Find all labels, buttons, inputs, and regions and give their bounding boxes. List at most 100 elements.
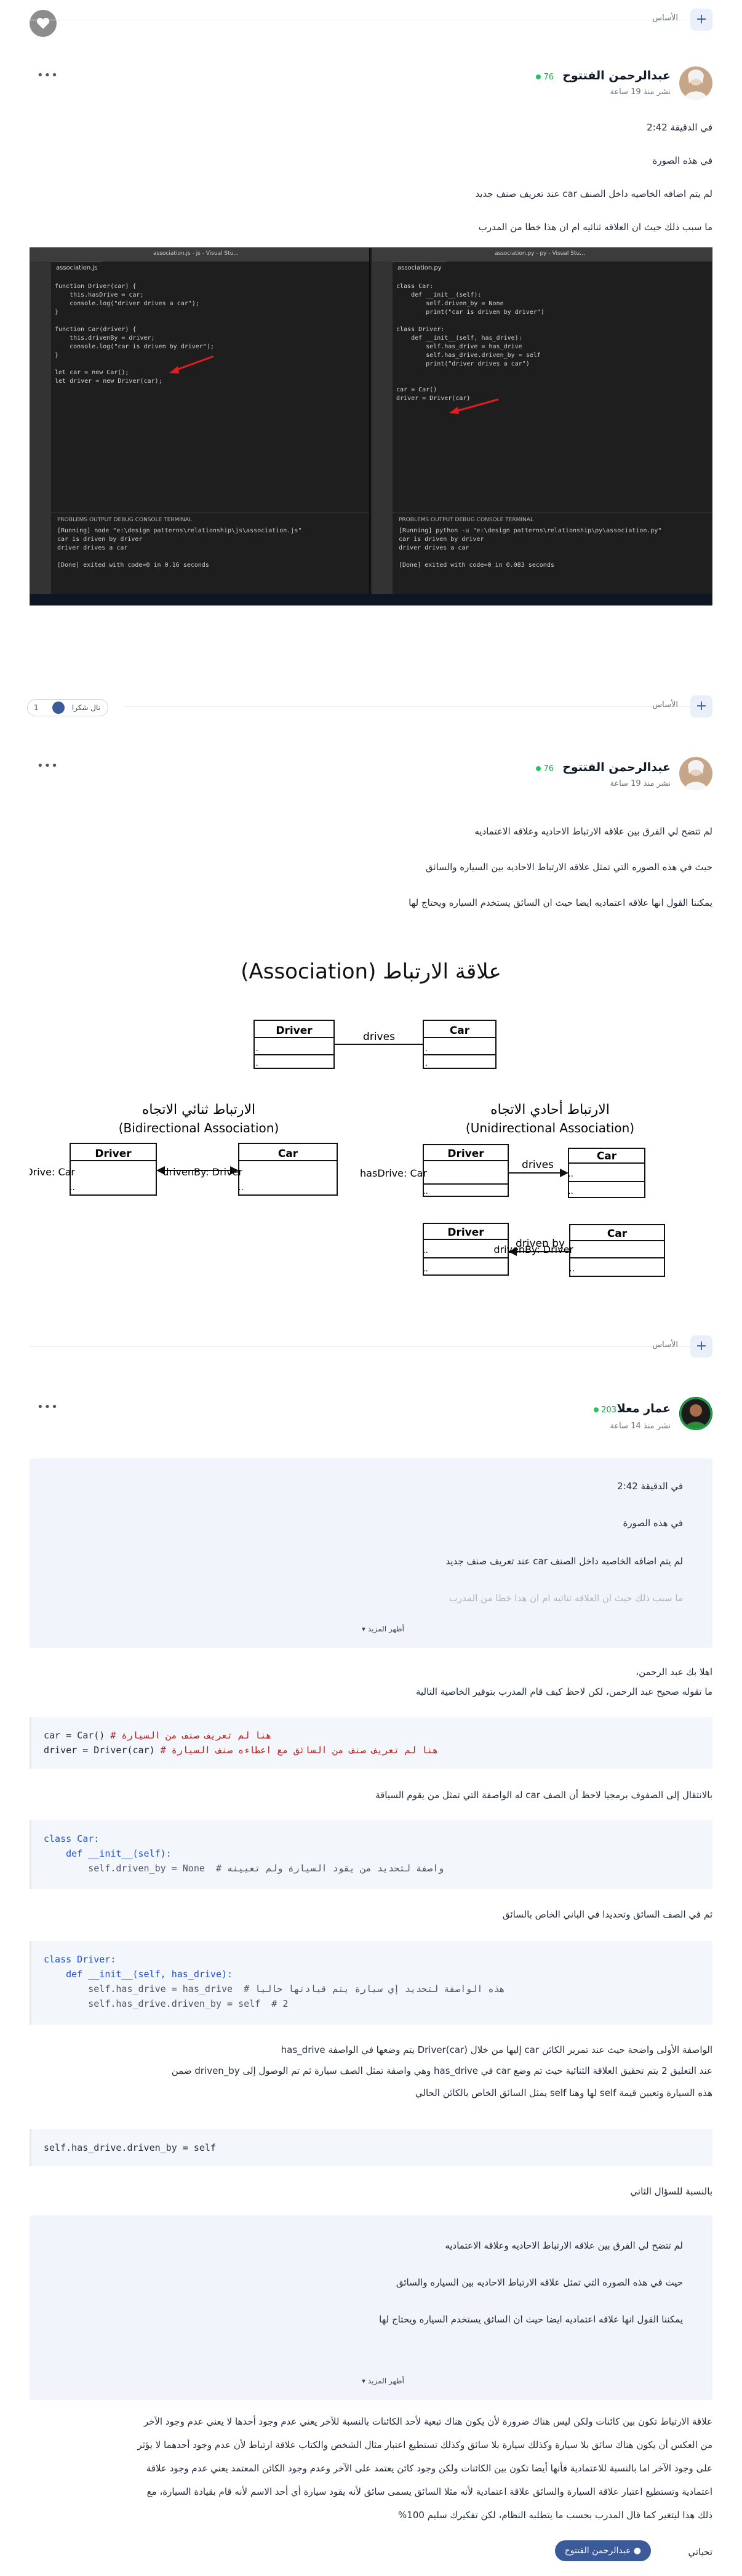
avatar[interactable] — [679, 66, 712, 100]
answer-paragraph: من العكس أن يكون هناك سائق بلا سيارة وكذ… — [137, 2439, 712, 2450]
add-button[interactable]: + — [690, 1335, 712, 1358]
like-heart-icon — [52, 702, 65, 714]
quote-line: يمكننا القول انها علاقه اعتماديه ايضا حي… — [379, 2314, 683, 2325]
uml-attr-placeholder: .. — [423, 1264, 428, 1274]
vscode-output-line — [399, 553, 707, 561]
quote-line-faded: ما سبب ذلك حيث ان العلاقه ثنائيه ام ان ه… — [449, 1593, 683, 1604]
uml-class-name: Driver — [447, 1226, 484, 1239]
vscode-panel: PROBLEMS OUTPUT DEBUG CONSOLE TERMINAL [… — [393, 513, 712, 596]
vscode-output-line: [Done] exited with code=0 in 0.083 secon… — [399, 562, 554, 569]
code-line: self.has_drive.driven_by = self — [44, 2142, 216, 2153]
uml-attr-placeholder: .. — [423, 1246, 428, 1255]
uml-attr-placeholder: .. — [568, 1169, 573, 1179]
vscode-title-text: association.py - py - Visual Stu... — [495, 250, 585, 257]
show-more-button[interactable]: أظهر المزيد ▾ — [362, 2377, 404, 2385]
post-text-line: في الدقيقة 2:42 — [647, 122, 712, 133]
answer-intro: ما تقوله صحيح عبد الرحمن، لكن لاحظ كيف ق… — [415, 1686, 712, 1697]
author-name[interactable]: عبدالرحمن الفتتوح — [562, 761, 671, 774]
vscode-code-line: this.drivenBy = driver; — [55, 335, 155, 342]
vscode-output-left: [Running] node "e:\design patterns\relat… — [51, 527, 369, 570]
separator-label: الأساس — [652, 1340, 678, 1350]
vscode-output-line: driver drives a car — [57, 545, 128, 551]
uml-attr-placeholder: .. — [70, 1183, 75, 1193]
vscode-screenshot[interactable]: association.js - js - Visual Stu... asso… — [30, 247, 712, 606]
uml-attr-placeholder: .. — [253, 1058, 258, 1068]
code-line: def __init__(self): — [44, 1848, 172, 1859]
uml-attr: hasDrive: Car — [360, 1167, 427, 1179]
author-points: 76 — [536, 764, 554, 774]
code-line: self.has_drive = has_drive # هذه الواصفة… — [44, 1983, 505, 1994]
post-text-line: حيث في هذه الصوره التي تمثل علاقه الارتب… — [425, 862, 712, 873]
uml-attr-placeholder: .. — [238, 1183, 244, 1193]
vscode-code-line: class Car: — [396, 283, 434, 290]
vscode-code-line: car = Car() — [396, 386, 437, 393]
code-line: class Driver: — [44, 1954, 116, 1965]
answer-paragraph: علاقة الارتباط تكون بين كائنات ولكن ليس … — [143, 2416, 712, 2427]
vscode-code-line: def __init__(self, has_drive): — [396, 335, 522, 342]
vscode-activity-bar — [30, 262, 51, 605]
quote-line: في الدقيقة 2:42 — [617, 1481, 683, 1492]
uml-attr-placeholder: .. — [422, 1058, 428, 1068]
uml-class-name: Car — [607, 1228, 628, 1240]
post-separator — [123, 706, 712, 707]
separator-label: الأساس — [652, 14, 678, 23]
avatar-user-image — [679, 1397, 712, 1430]
vscode-code-line — [396, 317, 545, 326]
uml-class-name: Car — [450, 1025, 470, 1037]
vscode-code-line — [396, 377, 545, 386]
uml-attr: drivenBy: Driver — [162, 1166, 242, 1178]
answer-paragraph: ذلك هذا ليتغير كما قال المدرب بحسب ما يت… — [398, 2510, 712, 2521]
code-block[interactable]: self.has_drive.driven_by = self — [30, 2129, 712, 2166]
avatar[interactable] — [679, 757, 712, 790]
uml-attr-placeholder: .. — [422, 1044, 428, 1054]
author-name[interactable]: عمار معلا — [617, 1402, 671, 1415]
favorite-heart-button[interactable] — [30, 10, 57, 37]
answer-paragraph: الواصفة الأولى واضحة حيث عند تمرير الكائ… — [281, 2044, 712, 2055]
code-block[interactable]: car = Car() # هنا لم تعريف صنف من السيار… — [30, 1717, 712, 1769]
vscode-output-line: car is driven by driver — [399, 536, 484, 543]
vscode-code-right: class Car: def __init__(self): self.driv… — [396, 282, 545, 412]
heart-icon — [36, 18, 50, 29]
vscode-code-line: console.log("car is driven by driver"); — [55, 343, 214, 350]
vscode-code-line: self.has_drive.driven_by = self — [396, 352, 541, 359]
vscode-editor-tab[interactable]: association.py — [393, 262, 447, 275]
like-button[interactable]: 1 نال شكرا — [27, 699, 108, 716]
show-more-button[interactable]: أظهر المزيد ▾ — [362, 1625, 404, 1633]
separator-label: الأساس — [652, 700, 678, 710]
quote-line: في هذه الصورة — [623, 1518, 683, 1529]
vscode-editor-tab[interactable]: association.js — [51, 262, 103, 275]
post-time: نشر منذ 19 ساعة — [610, 87, 671, 97]
code-line: driver = Driver(car) # هنا لم تعريف صنف … — [44, 1745, 439, 1756]
more-options-button[interactable]: ••• — [37, 759, 58, 772]
vscode-title-text: association.js - js - Visual Stu... — [153, 250, 239, 257]
vscode-panel-tabs[interactable]: PROBLEMS OUTPUT DEBUG CONSOLE TERMINAL — [51, 513, 369, 527]
vscode-code-line: print("car is driven by driver") — [396, 309, 545, 316]
code-block[interactable]: class Driver: def __init__(self, has_dri… — [30, 1941, 712, 2025]
uml-class-name: Driver — [447, 1148, 484, 1160]
code-block[interactable]: class Car: def __init__(self): self.driv… — [30, 1820, 712, 1889]
answer-paragraph: اعتمادية وتستطيع اعتبار علاقة السيارة وا… — [146, 2486, 712, 2497]
vscode-code-line: print("driver drives a car") — [396, 361, 530, 367]
post-time: نشر منذ 14 ساعة — [610, 1422, 671, 1431]
vscode-panel-tabs[interactable]: PROBLEMS OUTPUT DEBUG CONSOLE TERMINAL — [393, 513, 712, 527]
answer-paragraph: بالنسبة للسؤال الثاني — [630, 2186, 712, 2197]
association-diagram[interactable]: علاقة الارتباط (Association) Driver .. .… — [8, 929, 712, 1323]
add-button[interactable]: + — [690, 9, 712, 31]
online-indicator — [536, 766, 541, 771]
uml-link-label: drives — [522, 1159, 554, 1171]
vscode-titlebar: association.js - js - Visual Stu... — [30, 248, 369, 262]
more-options-button[interactable]: ••• — [37, 69, 58, 82]
quote-line: لم تتضح لي الفرق بين علاقه الارتباط الاح… — [445, 2240, 683, 2251]
mention-reply-button[interactable]: ● عبدالرحمن الفتتوح — [554, 2540, 651, 2561]
vscode-output-line: car is driven by driver — [57, 536, 143, 543]
uml-link-label: drives — [363, 1031, 395, 1043]
vscode-output-line: [Done] exited with code=0 in 0.16 second… — [57, 562, 209, 569]
online-indicator — [594, 1407, 599, 1412]
post-separator — [30, 1346, 712, 1347]
code-line: self.driven_by = None # واصفة لتحديد من … — [44, 1863, 444, 1874]
bidirectional-title: الارتباط ثنائي الاتجاه — [142, 1102, 255, 1118]
avatar[interactable] — [679, 1397, 712, 1430]
add-button[interactable]: + — [690, 695, 712, 718]
more-options-button[interactable]: ••• — [37, 1401, 58, 1414]
author-name[interactable]: عبدالرحمن الفتتوح — [562, 69, 671, 82]
